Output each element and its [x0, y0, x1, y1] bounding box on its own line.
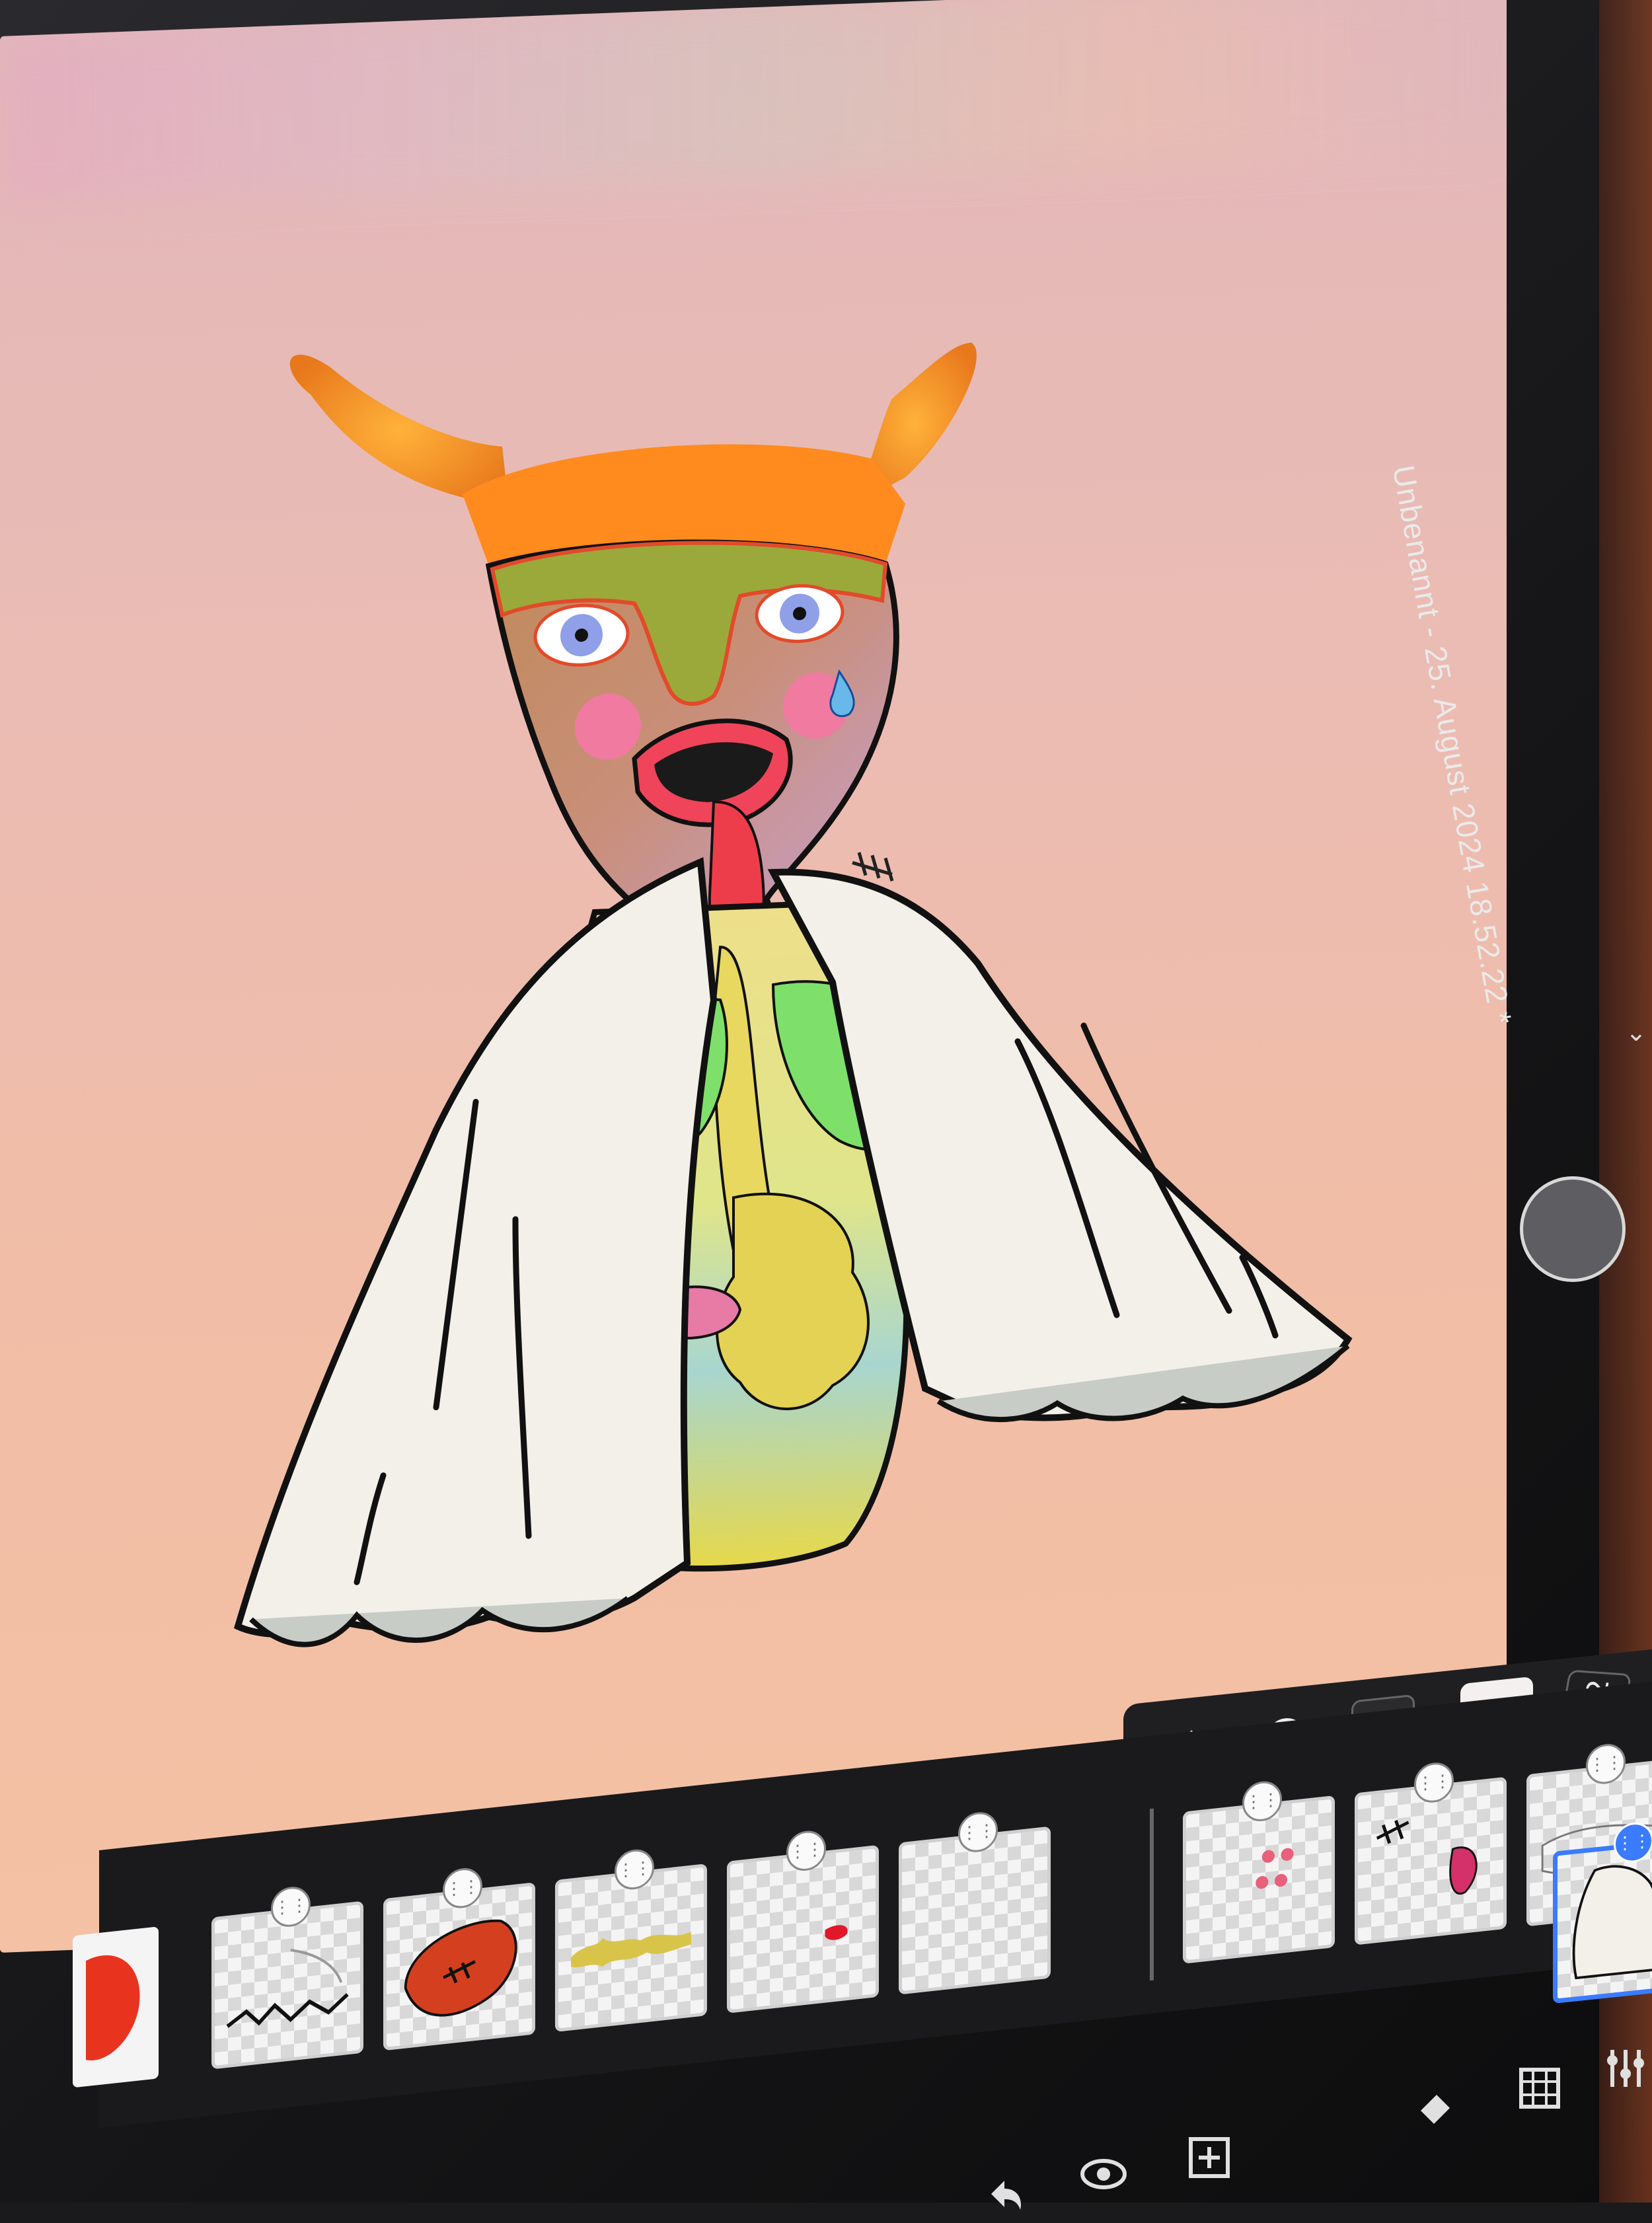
eye-icon[interactable]	[1077, 2148, 1130, 2203]
modifier-button[interactable]	[1520, 1176, 1626, 1282]
layer-thumb-partial[interactable]	[73, 1926, 159, 2088]
settings-icon[interactable]	[1599, 2042, 1652, 2097]
layer-thumb[interactable]: ⋮⋮	[1183, 1779, 1335, 1964]
artwork	[234, 342, 1353, 1647]
layer-thumb-selected[interactable]: ⋮⋮	[1553, 1821, 1652, 2004]
add-layer-icon[interactable]	[1183, 2131, 1236, 2187]
layer-thumb[interactable]: ⋮⋮	[555, 1847, 707, 2033]
drawing-canvas[interactable]	[0, 0, 1507, 1953]
layer-thumb[interactable]: ⋮⋮	[383, 1865, 535, 2051]
layer-thumb[interactable]: ⋮⋮	[899, 1810, 1051, 1995]
fill-icon[interactable]	[1408, 2082, 1460, 2137]
layer-thumb[interactable]: ⋮⋮	[1355, 1760, 1507, 1945]
grid-icon[interactable]	[1513, 2062, 1566, 2117]
cape-left	[234, 857, 718, 1638]
layer-badge-icon[interactable]: ⋮⋮	[958, 1810, 998, 1854]
group-divider	[1150, 1808, 1154, 1981]
layer-thumb[interactable]: ⋮⋮	[727, 1828, 879, 2014]
chevron-down-icon[interactable]: ⌄	[1626, 1018, 1647, 1047]
layer-thumb[interactable]: ⋮⋮	[211, 1885, 363, 2070]
undo-icon[interactable]	[978, 2167, 1031, 2223]
